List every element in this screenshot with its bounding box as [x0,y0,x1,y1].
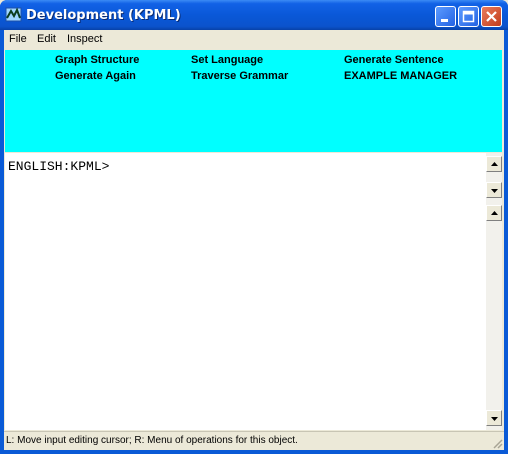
graph-structure-command[interactable]: Graph Structure [55,54,139,66]
scroll-down-button[interactable] [486,182,502,198]
menu-file[interactable]: File [9,33,27,45]
scroll-up-icon [491,211,498,215]
maximize-icon [462,10,475,23]
example-manager-command[interactable]: EXAMPLE MANAGER [344,70,457,82]
scroll-up-icon [491,162,498,166]
status-text: L: Move input editing cursor; R: Menu of… [6,435,298,446]
scroll-down-icon [491,189,498,193]
maximize-button[interactable] [458,6,479,27]
listener-prompt[interactable]: ENGLISH:KPML> [8,159,109,174]
app-icon[interactable] [5,6,22,23]
scroll-up-button[interactable] [486,156,502,172]
status-bar: L: Move input editing cursor; R: Menu of… [4,431,504,450]
app-window: Development (KPML) File Edit Inspect Gra… [0,0,508,454]
set-language-command[interactable]: Set Language [191,54,263,66]
scroll-down-icon [491,417,498,421]
minimize-button[interactable] [435,6,456,27]
command-pane: Graph Structure Set Language Generate Se… [5,50,502,152]
close-icon [486,11,497,22]
menu-inspect[interactable]: Inspect [67,33,102,45]
menu-edit[interactable]: Edit [37,33,56,45]
vertical-scrollbar[interactable] [486,153,502,430]
resize-grip-icon[interactable] [491,437,503,449]
generate-sentence-command[interactable]: Generate Sentence [344,54,444,66]
traverse-grammar-command[interactable]: Traverse Grammar [191,70,288,82]
scroll-up-button-secondary[interactable] [486,205,502,221]
window-client: File Edit Inspect Graph Structure Set La… [4,30,504,450]
window-title: Development (KPML) [26,8,181,23]
title-bar[interactable]: Development (KPML) [0,0,508,30]
menu-bar: File Edit Inspect [4,30,504,49]
minimize-icon [441,19,448,22]
close-button[interactable] [481,6,502,27]
scroll-down-button-secondary[interactable] [486,410,502,426]
generate-again-command[interactable]: Generate Again [55,70,136,82]
listener-pane[interactable]: ENGLISH:KPML> [5,153,502,430]
